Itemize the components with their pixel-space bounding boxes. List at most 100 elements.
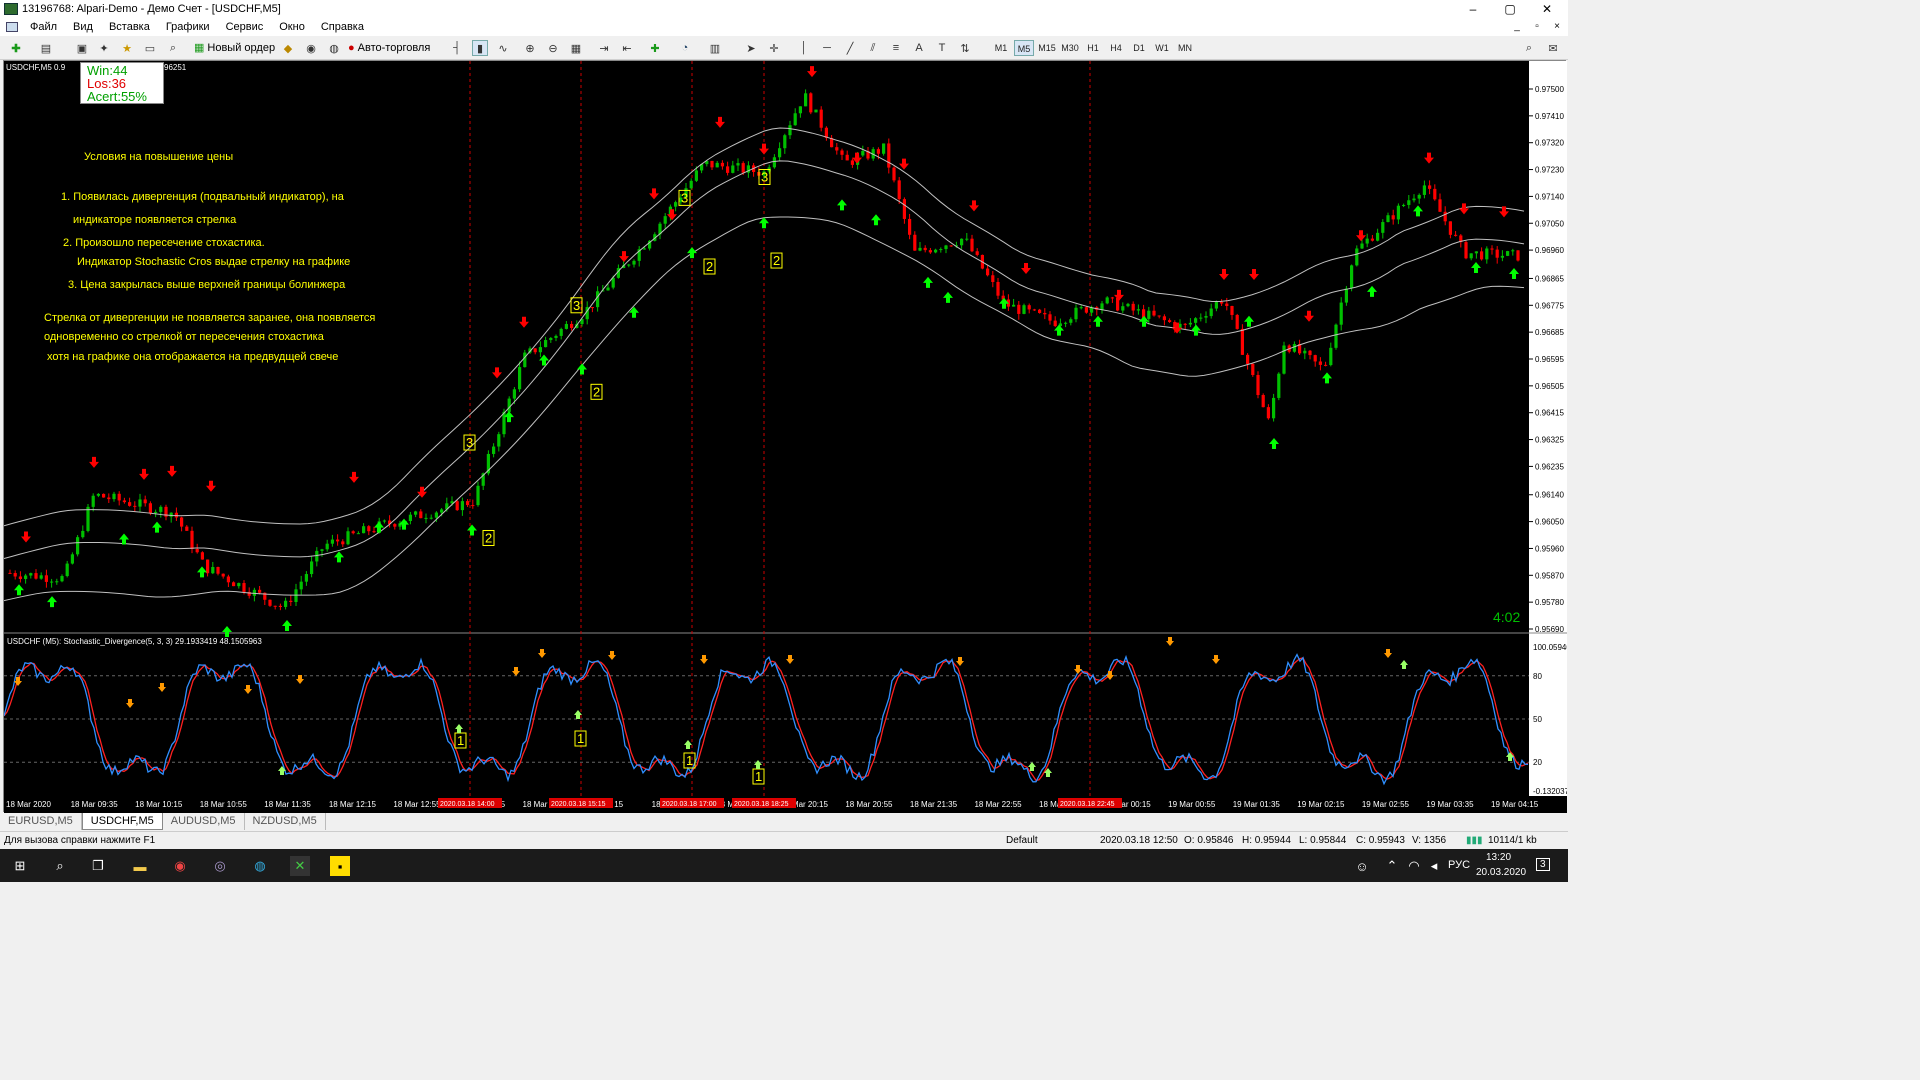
people-icon[interactable]: ☺: [1352, 856, 1372, 876]
tf-mn[interactable]: MN: [1175, 40, 1195, 56]
indicators-icon[interactable]: ✚: [647, 40, 663, 56]
equidistant-channel-icon[interactable]: ⫽: [865, 40, 881, 56]
tab-audusd[interactable]: AUDUSD,M5: [163, 813, 245, 830]
candle-body: [1303, 350, 1307, 354]
periods-icon[interactable]: ◔: [677, 40, 693, 56]
profiles-icon[interactable]: ▤: [38, 40, 54, 56]
clock-time[interactable]: 13:20: [1486, 852, 1511, 863]
market-watch-icon[interactable]: ▣: [74, 40, 90, 56]
new-chart-icon[interactable]: ✚: [8, 40, 24, 56]
tf-m1[interactable]: M1: [991, 40, 1011, 56]
time-tick-label: 19 Mar 02:15: [1297, 800, 1345, 809]
volume-icon[interactable]: ◂: [1424, 856, 1444, 876]
horizontal-line-icon[interactable]: ─: [819, 40, 835, 56]
child-restore-button[interactable]: ▫: [1528, 18, 1546, 36]
tab-nzdusd[interactable]: NZDUSD,M5: [245, 813, 326, 830]
navigator-icon[interactable]: ✦: [96, 40, 112, 56]
minimize-button[interactable]: –: [1453, 0, 1493, 18]
arrows-icon[interactable]: ⇅: [957, 40, 973, 56]
data-window-icon[interactable]: ★: [119, 40, 135, 56]
candle-body: [1511, 250, 1515, 252]
child-minimize-button[interactable]: _: [1508, 18, 1526, 36]
chat-icon[interactable]: ✉: [1545, 40, 1561, 56]
menu-view[interactable]: Вид: [65, 18, 101, 36]
tray-up-icon[interactable]: ⌃: [1382, 856, 1402, 876]
child-close-button[interactable]: ×: [1548, 18, 1566, 36]
chart-shift-icon[interactable]: ⇤: [619, 40, 635, 56]
tf-h1[interactable]: H1: [1083, 40, 1103, 56]
metatrader-icon[interactable]: ✕: [290, 856, 310, 876]
close-button[interactable]: ✕: [1527, 0, 1567, 18]
signal-marker-label: 3: [761, 170, 768, 185]
candle-body: [1386, 215, 1390, 223]
windows-start-icon[interactable]: ⊞: [10, 856, 30, 876]
buy-arrow-icon: [467, 524, 477, 536]
signals-icon[interactable]: ◉: [303, 40, 319, 56]
tile-windows-icon[interactable]: ▦: [568, 40, 584, 56]
menu-help[interactable]: Справка: [313, 18, 372, 36]
task-view-icon[interactable]: ❐: [88, 856, 108, 876]
search-icon[interactable]: ⌕: [50, 856, 70, 876]
text-label-icon[interactable]: T: [934, 40, 950, 56]
zoom-in-icon[interactable]: ⊕: [522, 40, 538, 56]
templates-icon[interactable]: ▥: [707, 40, 723, 56]
wifi-icon[interactable]: ◠: [1404, 856, 1424, 876]
tf-w1[interactable]: W1: [1152, 40, 1172, 56]
edge-icon[interactable]: ◍: [250, 856, 270, 876]
price-tick-label: 0.96505: [1535, 382, 1564, 391]
candle-body: [268, 599, 272, 606]
candle-body: [819, 109, 823, 128]
search-icon[interactable]: ⌕: [1521, 40, 1537, 56]
text-icon[interactable]: A: [911, 40, 927, 56]
candle-body: [996, 281, 1000, 296]
highlight-time-label: 2020.03.18 14:00: [440, 801, 495, 808]
chart-window[interactable]: 0.97500 0.97410 0.97320 0.97230 0.97140 0.970…: [3, 60, 1567, 813]
vertical-line-icon[interactable]: │: [796, 40, 812, 56]
buy-arrow-icon: [282, 620, 292, 632]
auto-scroll-icon[interactable]: ⇥: [596, 40, 612, 56]
zoom-out-icon[interactable]: ⊖: [545, 40, 561, 56]
auto-trading-button[interactable]: ● Авто-торговля: [348, 39, 430, 57]
menu-window[interactable]: Окно: [271, 18, 313, 36]
tf-h4[interactable]: H4: [1106, 40, 1126, 56]
metaeditor-icon[interactable]: ◆: [280, 40, 296, 56]
strategy-tester-icon[interactable]: ⌕: [165, 40, 181, 56]
buy-arrow-icon: [923, 276, 933, 288]
chart-canvas[interactable]: 0.97500 0.97410 0.97320 0.97230 0.97140 0.970…: [4, 61, 1567, 813]
market-icon[interactable]: ◍: [326, 40, 342, 56]
sell-arrow-icon: [1219, 268, 1229, 280]
fibonacci-icon[interactable]: ≡: [888, 40, 904, 56]
new-order-button[interactable]: ▦ Новый ордер: [194, 39, 275, 57]
input-language[interactable]: РУС: [1448, 859, 1470, 871]
app-icon[interactable]: ◎: [210, 856, 230, 876]
notifications-badge[interactable]: 3: [1536, 858, 1550, 871]
tab-usdchf[interactable]: USDCHF,M5: [81, 813, 163, 830]
line-chart-icon[interactable]: ∿: [495, 40, 511, 56]
tf-m15[interactable]: M15: [1037, 40, 1057, 56]
candle-body: [440, 509, 444, 513]
tab-eurusd[interactable]: EURUSD,M5: [0, 813, 82, 830]
clock-date[interactable]: 20.03.2020: [1476, 867, 1526, 878]
tf-m5[interactable]: M5: [1014, 40, 1034, 56]
bar-chart-icon[interactable]: ┤: [449, 40, 465, 56]
candle-body: [1381, 222, 1385, 233]
time-tick-label: 18 Mar 12:15: [329, 800, 377, 809]
candlestick-icon[interactable]: ▮: [472, 40, 488, 56]
connection-icon: ▮▮▮: [1466, 835, 1483, 846]
divergence-down-icon: [1074, 665, 1082, 674]
maximize-button[interactable]: ▢: [1490, 0, 1530, 18]
chrome-icon[interactable]: ◉: [170, 856, 190, 876]
crosshair-icon[interactable]: ✛: [766, 40, 782, 56]
terminal-icon[interactable]: ▭: [142, 40, 158, 56]
buy-arrow-icon: [374, 521, 384, 533]
file-explorer-icon[interactable]: ▬: [130, 856, 150, 876]
trendline-icon[interactable]: ╱: [842, 40, 858, 56]
tf-m30[interactable]: M30: [1060, 40, 1080, 56]
menu-insert[interactable]: Вставка: [101, 18, 158, 36]
sticky-notes-icon[interactable]: ▪: [330, 856, 350, 876]
tf-d1[interactable]: D1: [1129, 40, 1149, 56]
menu-file[interactable]: Файл: [22, 18, 65, 36]
menu-charts[interactable]: Графики: [158, 18, 218, 36]
cursor-icon[interactable]: ➤: [743, 40, 759, 56]
menu-tools[interactable]: Сервис: [218, 18, 272, 36]
